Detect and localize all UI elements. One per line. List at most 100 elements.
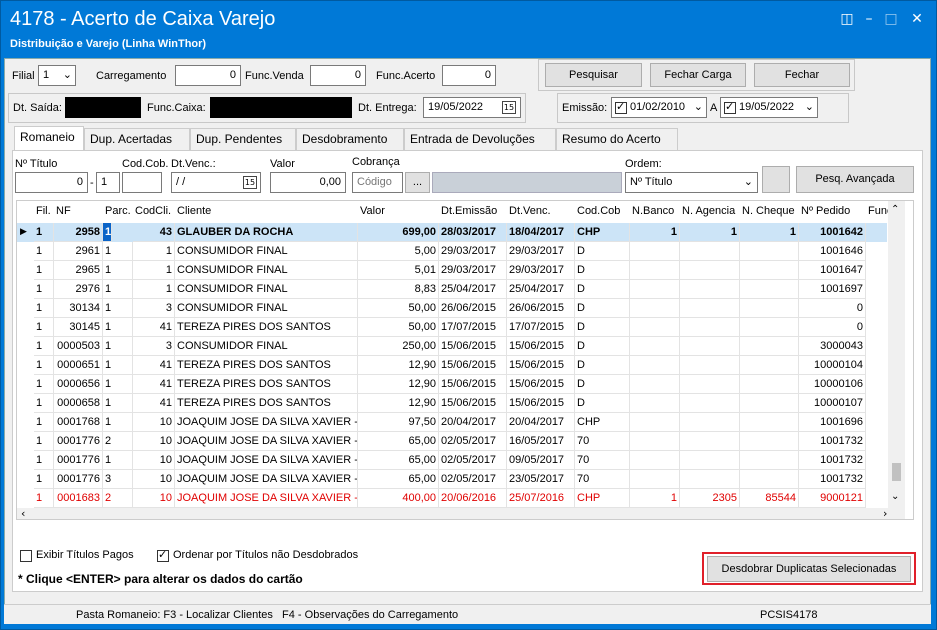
table-cell[interactable]: D xyxy=(575,356,630,375)
table-cell[interactable]: 70 xyxy=(575,451,630,470)
table-cell[interactable]: 43 xyxy=(133,223,175,242)
table-cell[interactable]: 2965 xyxy=(54,261,103,280)
table-cell[interactable]: TEREZA PIRES DOS SANTOS xyxy=(175,356,358,375)
table-row[interactable]: ▶ 1 2958 1 43 GLAUBER DA ROCHA 699,00 28/03/201… xyxy=(17,223,887,242)
table-cell[interactable]: 0000651 xyxy=(54,356,103,375)
col-header[interactable]: N. Cheque xyxy=(740,201,799,222)
table-cell[interactable]: 15/06/2015 xyxy=(507,375,575,394)
table-cell[interactable]: 1001642 xyxy=(799,223,866,242)
tab-romaneio[interactable]: Romaneio xyxy=(14,126,84,150)
table-cell[interactable]: 1 xyxy=(34,261,54,280)
table-cell[interactable]: 2 xyxy=(103,432,133,451)
table-cell[interactable]: 1 xyxy=(34,337,54,356)
table-cell[interactable] xyxy=(680,299,740,318)
table-cell[interactable]: 1 xyxy=(34,394,54,413)
table-cell[interactable]: GLAUBER DA ROCHA xyxy=(175,223,358,242)
table-cell[interactable]: 1 xyxy=(740,223,799,242)
table-cell[interactable]: CHP xyxy=(575,489,630,508)
table-cell[interactable]: 30145 xyxy=(54,318,103,337)
col-header[interactable]: Dt.Venc. xyxy=(507,201,575,222)
table-row[interactable]: 1 0001776 1 10 JOAQUIM JOSE DA SILVA XAVIER … xyxy=(17,451,887,470)
table-cell[interactable]: 9000121 xyxy=(799,489,866,508)
table-cell[interactable]: CONSUMIDOR FINAL xyxy=(175,280,358,299)
col-header[interactable]: CodCli. xyxy=(133,201,175,222)
table-cell[interactable]: 1 xyxy=(34,318,54,337)
exibir-pagos-checkbox[interactable] xyxy=(20,550,32,562)
table-cell[interactable]: 8,83 xyxy=(358,280,439,299)
chevron-right-icon[interactable]: › xyxy=(883,507,887,519)
table-cell[interactable]: 10000106 xyxy=(799,375,866,394)
table-row[interactable]: 1 0000651 1 41 TEREZA PIRES DOS SANTOS 12,90 1… xyxy=(17,356,887,375)
table-cell[interactable]: D xyxy=(575,394,630,413)
emissao-from-checkbox[interactable] xyxy=(615,100,627,114)
table-cell[interactable]: 1 xyxy=(680,223,740,242)
table-cell[interactable]: 25/04/2017 xyxy=(439,280,507,299)
table-cell[interactable]: 0001768 xyxy=(54,413,103,432)
calendar-icon[interactable]: 15 xyxy=(243,176,257,189)
table-cell[interactable]: 699,00 xyxy=(358,223,439,242)
table-cell[interactable]: 2961 xyxy=(54,242,103,261)
col-header[interactable]: Parc. xyxy=(103,201,133,222)
table-cell[interactable]: CHP xyxy=(575,413,630,432)
table-cell[interactable]: 1 xyxy=(103,280,133,299)
table-cell[interactable]: JOAQUIM JOSE DA SILVA XAVIER - xyxy=(175,413,358,432)
table-cell[interactable] xyxy=(680,261,740,280)
table-cell[interactable]: 26/06/2015 xyxy=(439,299,507,318)
table-cell[interactable]: 23/05/2017 xyxy=(507,470,575,489)
emissao-from-input[interactable]: 01/02/2010 ⌄ xyxy=(611,97,707,118)
fechar-button[interactable]: Fechar xyxy=(754,63,850,87)
table-cell[interactable]: 85544 xyxy=(740,489,799,508)
dt-saida-input[interactable] xyxy=(65,97,141,118)
tab-resumo-acerto[interactable]: Resumo do Acerto xyxy=(556,128,678,150)
chevron-up-icon[interactable]: ⌃ xyxy=(891,204,899,215)
table-cell[interactable]: 1001697 xyxy=(799,280,866,299)
table-cell[interactable]: 1 xyxy=(103,413,133,432)
maximize-icon[interactable]: □ xyxy=(881,11,901,27)
table-cell[interactable]: 17/07/2015 xyxy=(439,318,507,337)
table-cell[interactable]: 02/05/2017 xyxy=(439,432,507,451)
table-cell[interactable] xyxy=(630,261,680,280)
table-cell[interactable] xyxy=(630,451,680,470)
table-cell[interactable]: 25/04/2017 xyxy=(507,280,575,299)
codcob-input[interactable] xyxy=(122,172,162,193)
table-cell[interactable]: 1 xyxy=(34,489,54,508)
table-cell[interactable]: JOAQUIM JOSE DA SILVA XAVIER - xyxy=(175,489,358,508)
func-caixa-input[interactable] xyxy=(210,97,352,118)
table-cell[interactable]: 15/06/2015 xyxy=(507,394,575,413)
table-cell[interactable]: 1001696 xyxy=(799,413,866,432)
blank-button[interactable] xyxy=(762,166,790,193)
table-cell[interactable] xyxy=(630,337,680,356)
table-cell[interactable] xyxy=(680,375,740,394)
table-cell[interactable]: 0000658 xyxy=(54,394,103,413)
table-cell[interactable]: 26/06/2015 xyxy=(507,299,575,318)
table-cell[interactable]: 1 xyxy=(133,242,175,261)
table-cell[interactable]: 18/04/2017 xyxy=(507,223,575,242)
table-row[interactable]: 1 2965 1 1 CONSUMIDOR FINAL 5,01 29/03/2017 29/… xyxy=(17,261,887,280)
table-cell[interactable]: 1 xyxy=(133,280,175,299)
table-cell[interactable] xyxy=(740,394,799,413)
titles-grid[interactable]: Fil. NF Parc. CodCli. Cliente Valor Dt.E… xyxy=(16,200,914,520)
table-cell[interactable]: 1 xyxy=(34,470,54,489)
table-cell[interactable]: 2958 xyxy=(54,223,103,242)
func-acerto-input[interactable]: 0 xyxy=(442,65,496,86)
table-cell[interactable]: 1 xyxy=(630,223,680,242)
table-cell[interactable]: 65,00 xyxy=(358,451,439,470)
table-cell[interactable]: 10 xyxy=(133,413,175,432)
table-cell[interactable]: 20/04/2017 xyxy=(439,413,507,432)
table-cell[interactable]: 12,90 xyxy=(358,356,439,375)
table-cell[interactable]: 41 xyxy=(133,318,175,337)
table-cell[interactable] xyxy=(740,432,799,451)
tab-dup-acertadas[interactable]: Dup. Acertadas xyxy=(84,128,190,150)
table-cell[interactable]: 17/07/2015 xyxy=(507,318,575,337)
minimize-icon[interactable]: – xyxy=(859,11,879,27)
table-cell[interactable]: 20/06/2016 xyxy=(439,489,507,508)
table-cell[interactable]: 5,01 xyxy=(358,261,439,280)
vertical-scrollbar[interactable]: ⌃ ⌄ xyxy=(888,201,905,508)
table-cell[interactable]: 1 xyxy=(34,223,54,242)
table-cell[interactable]: 65,00 xyxy=(358,470,439,489)
table-cell[interactable] xyxy=(740,280,799,299)
table-cell[interactable] xyxy=(680,432,740,451)
table-cell[interactable]: 15/06/2015 xyxy=(439,356,507,375)
table-cell[interactable]: 3000043 xyxy=(799,337,866,356)
table-row[interactable]: 1 0000656 1 41 TEREZA PIRES DOS SANTOS 12,90 1… xyxy=(17,375,887,394)
